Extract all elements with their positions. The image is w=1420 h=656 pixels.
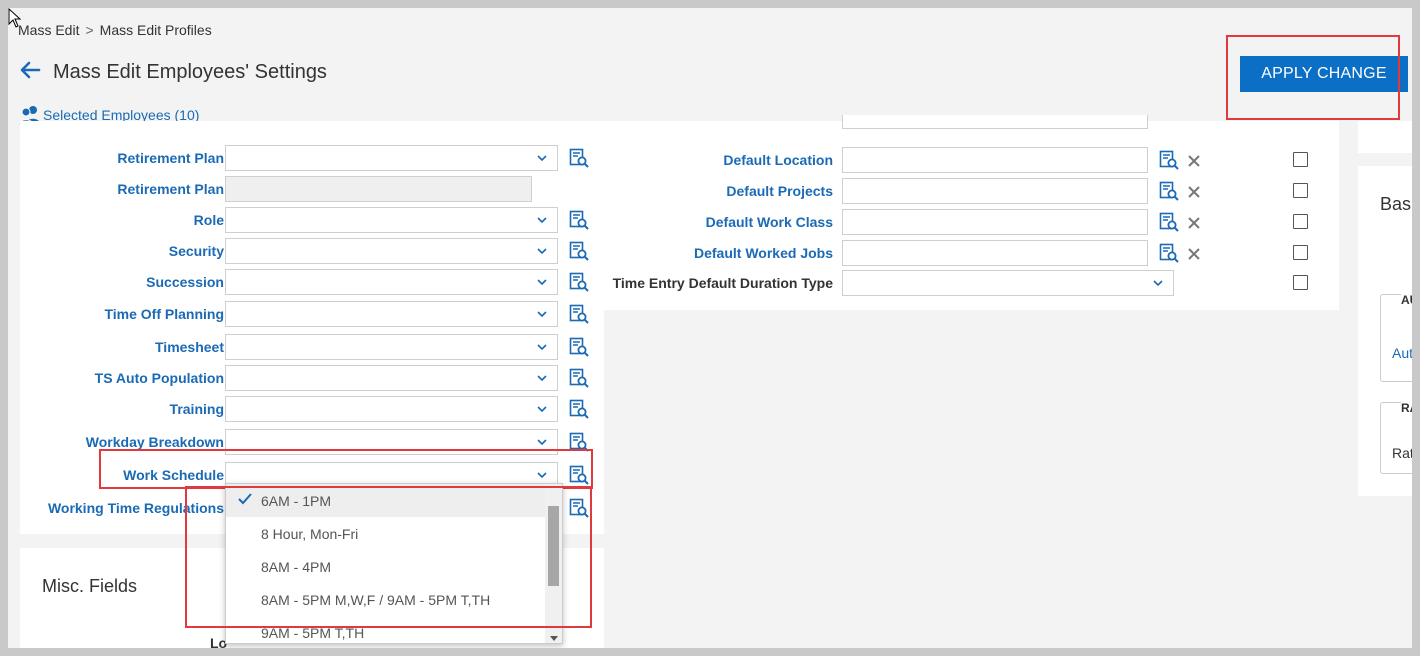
breadcrumb-mass-edit-profiles[interactable]: Mass Edit Profiles	[100, 22, 212, 38]
chevron-down-icon	[537, 375, 547, 381]
field-label: Time Entry Default Duration Type	[612, 275, 833, 291]
field-label: Default Worked Jobs	[694, 245, 833, 261]
apply-highlight-box	[1226, 35, 1400, 120]
apply-checkbox[interactable]	[1293, 245, 1308, 260]
timesheet-select[interactable]	[225, 334, 558, 360]
role-select[interactable]	[225, 207, 558, 233]
dropdown-highlight-box	[185, 486, 592, 628]
ts-auto-population-select[interactable]	[225, 365, 558, 391]
lookup-search-icon[interactable]	[569, 272, 589, 292]
retirement-plan-disabled-field	[225, 176, 532, 202]
lookup-search-icon[interactable]	[1159, 181, 1179, 201]
lookup-search-icon[interactable]	[569, 210, 589, 230]
field-label: Workday Breakdown	[85, 434, 224, 450]
right-card-basic: Bas AU Aut RA Rat	[1358, 166, 1412, 496]
lookup-search-icon[interactable]	[1159, 243, 1179, 263]
field-label: Default Location	[723, 152, 833, 168]
right-card-top	[1358, 121, 1412, 153]
time-entry-default-duration-type-select[interactable]	[842, 270, 1174, 296]
chevron-down-icon	[537, 279, 547, 285]
field-label: Time Off Planning	[104, 306, 224, 322]
field-label: Role	[193, 212, 224, 228]
apply-checkbox[interactable]	[1293, 183, 1308, 198]
chevron-down-icon	[537, 311, 547, 317]
lookup-search-icon[interactable]	[569, 148, 589, 168]
field-label: Succession	[146, 274, 224, 290]
succession-select[interactable]	[225, 269, 558, 295]
breadcrumb-separator: >	[85, 22, 94, 38]
breadcrumb-mass-edit[interactable]: Mass Edit	[18, 22, 79, 38]
chevron-down-icon	[537, 439, 547, 445]
apply-checkbox[interactable]	[1293, 152, 1308, 167]
clear-x-icon[interactable]	[1188, 217, 1200, 229]
page-title: Mass Edit Employees' Settings	[53, 61, 327, 83]
field-label: Timesheet	[155, 339, 224, 355]
lookup-search-icon[interactable]	[569, 368, 589, 388]
field-label: Default Projects	[726, 183, 833, 199]
breadcrumb: Mass Edit > Mass Edit Profiles	[18, 22, 212, 38]
back-arrow-icon[interactable]	[18, 58, 42, 82]
right-card-heading: Bas	[1380, 194, 1412, 214]
chevron-down-icon	[537, 155, 547, 161]
apply-checkbox[interactable]	[1293, 214, 1308, 229]
scroll-down-arrow-icon[interactable]	[550, 636, 558, 641]
right-group-1-link[interactable]: Aut	[1392, 345, 1412, 361]
time-off-planning-select[interactable]	[225, 301, 558, 327]
field-label: TS Auto Population	[94, 370, 224, 386]
chevron-down-icon	[537, 344, 547, 350]
apply-checkbox[interactable]	[1293, 275, 1308, 290]
field-label: Security	[168, 243, 224, 259]
field-label: Retirement Plan	[117, 150, 224, 166]
lookup-search-icon[interactable]	[1159, 212, 1179, 232]
default-projects-input[interactable]	[842, 178, 1148, 204]
lookup-search-icon[interactable]	[569, 241, 589, 261]
field-label: Default Work Class	[705, 214, 833, 230]
chevron-down-icon	[537, 248, 547, 254]
default-worked-jobs-input[interactable]	[842, 240, 1148, 266]
lookup-search-icon[interactable]	[1159, 150, 1179, 170]
default-work-class-input[interactable]	[842, 209, 1148, 235]
mouse-cursor-icon	[8, 8, 22, 28]
right-group-2-text: Rat	[1392, 445, 1412, 461]
lookup-search-icon[interactable]	[569, 304, 589, 324]
app-window: Mass Edit > Mass Edit Profiles Mass Edit E…	[8, 8, 1412, 648]
misc-fields-title: Misc. Fields	[42, 576, 138, 596]
clear-x-icon[interactable]	[1188, 248, 1200, 260]
field-label: Retirement Plan	[117, 181, 224, 197]
field-label: Training	[169, 401, 224, 417]
chevron-down-icon	[537, 217, 547, 223]
lookup-search-icon[interactable]	[569, 399, 589, 419]
right-group-1-legend: AU	[1401, 293, 1412, 307]
clear-x-icon[interactable]	[1188, 186, 1200, 198]
chevron-down-icon	[1153, 280, 1163, 286]
clear-x-icon[interactable]	[1188, 155, 1200, 167]
retirement-plan-select[interactable]	[225, 145, 558, 171]
right-group-2-legend: RA	[1401, 401, 1412, 415]
chevron-down-icon	[537, 406, 547, 412]
cut-off-field[interactable]	[842, 115, 1148, 129]
right-group-1: AU Aut	[1380, 293, 1412, 382]
security-select[interactable]	[225, 238, 558, 264]
right-group-2: RA Rat	[1380, 401, 1412, 474]
lookup-search-icon[interactable]	[569, 337, 589, 357]
default-location-input[interactable]	[842, 147, 1148, 173]
profiles-card-middle: Default Location Default Projects Default …	[604, 115, 1339, 310]
training-select[interactable]	[225, 396, 558, 422]
